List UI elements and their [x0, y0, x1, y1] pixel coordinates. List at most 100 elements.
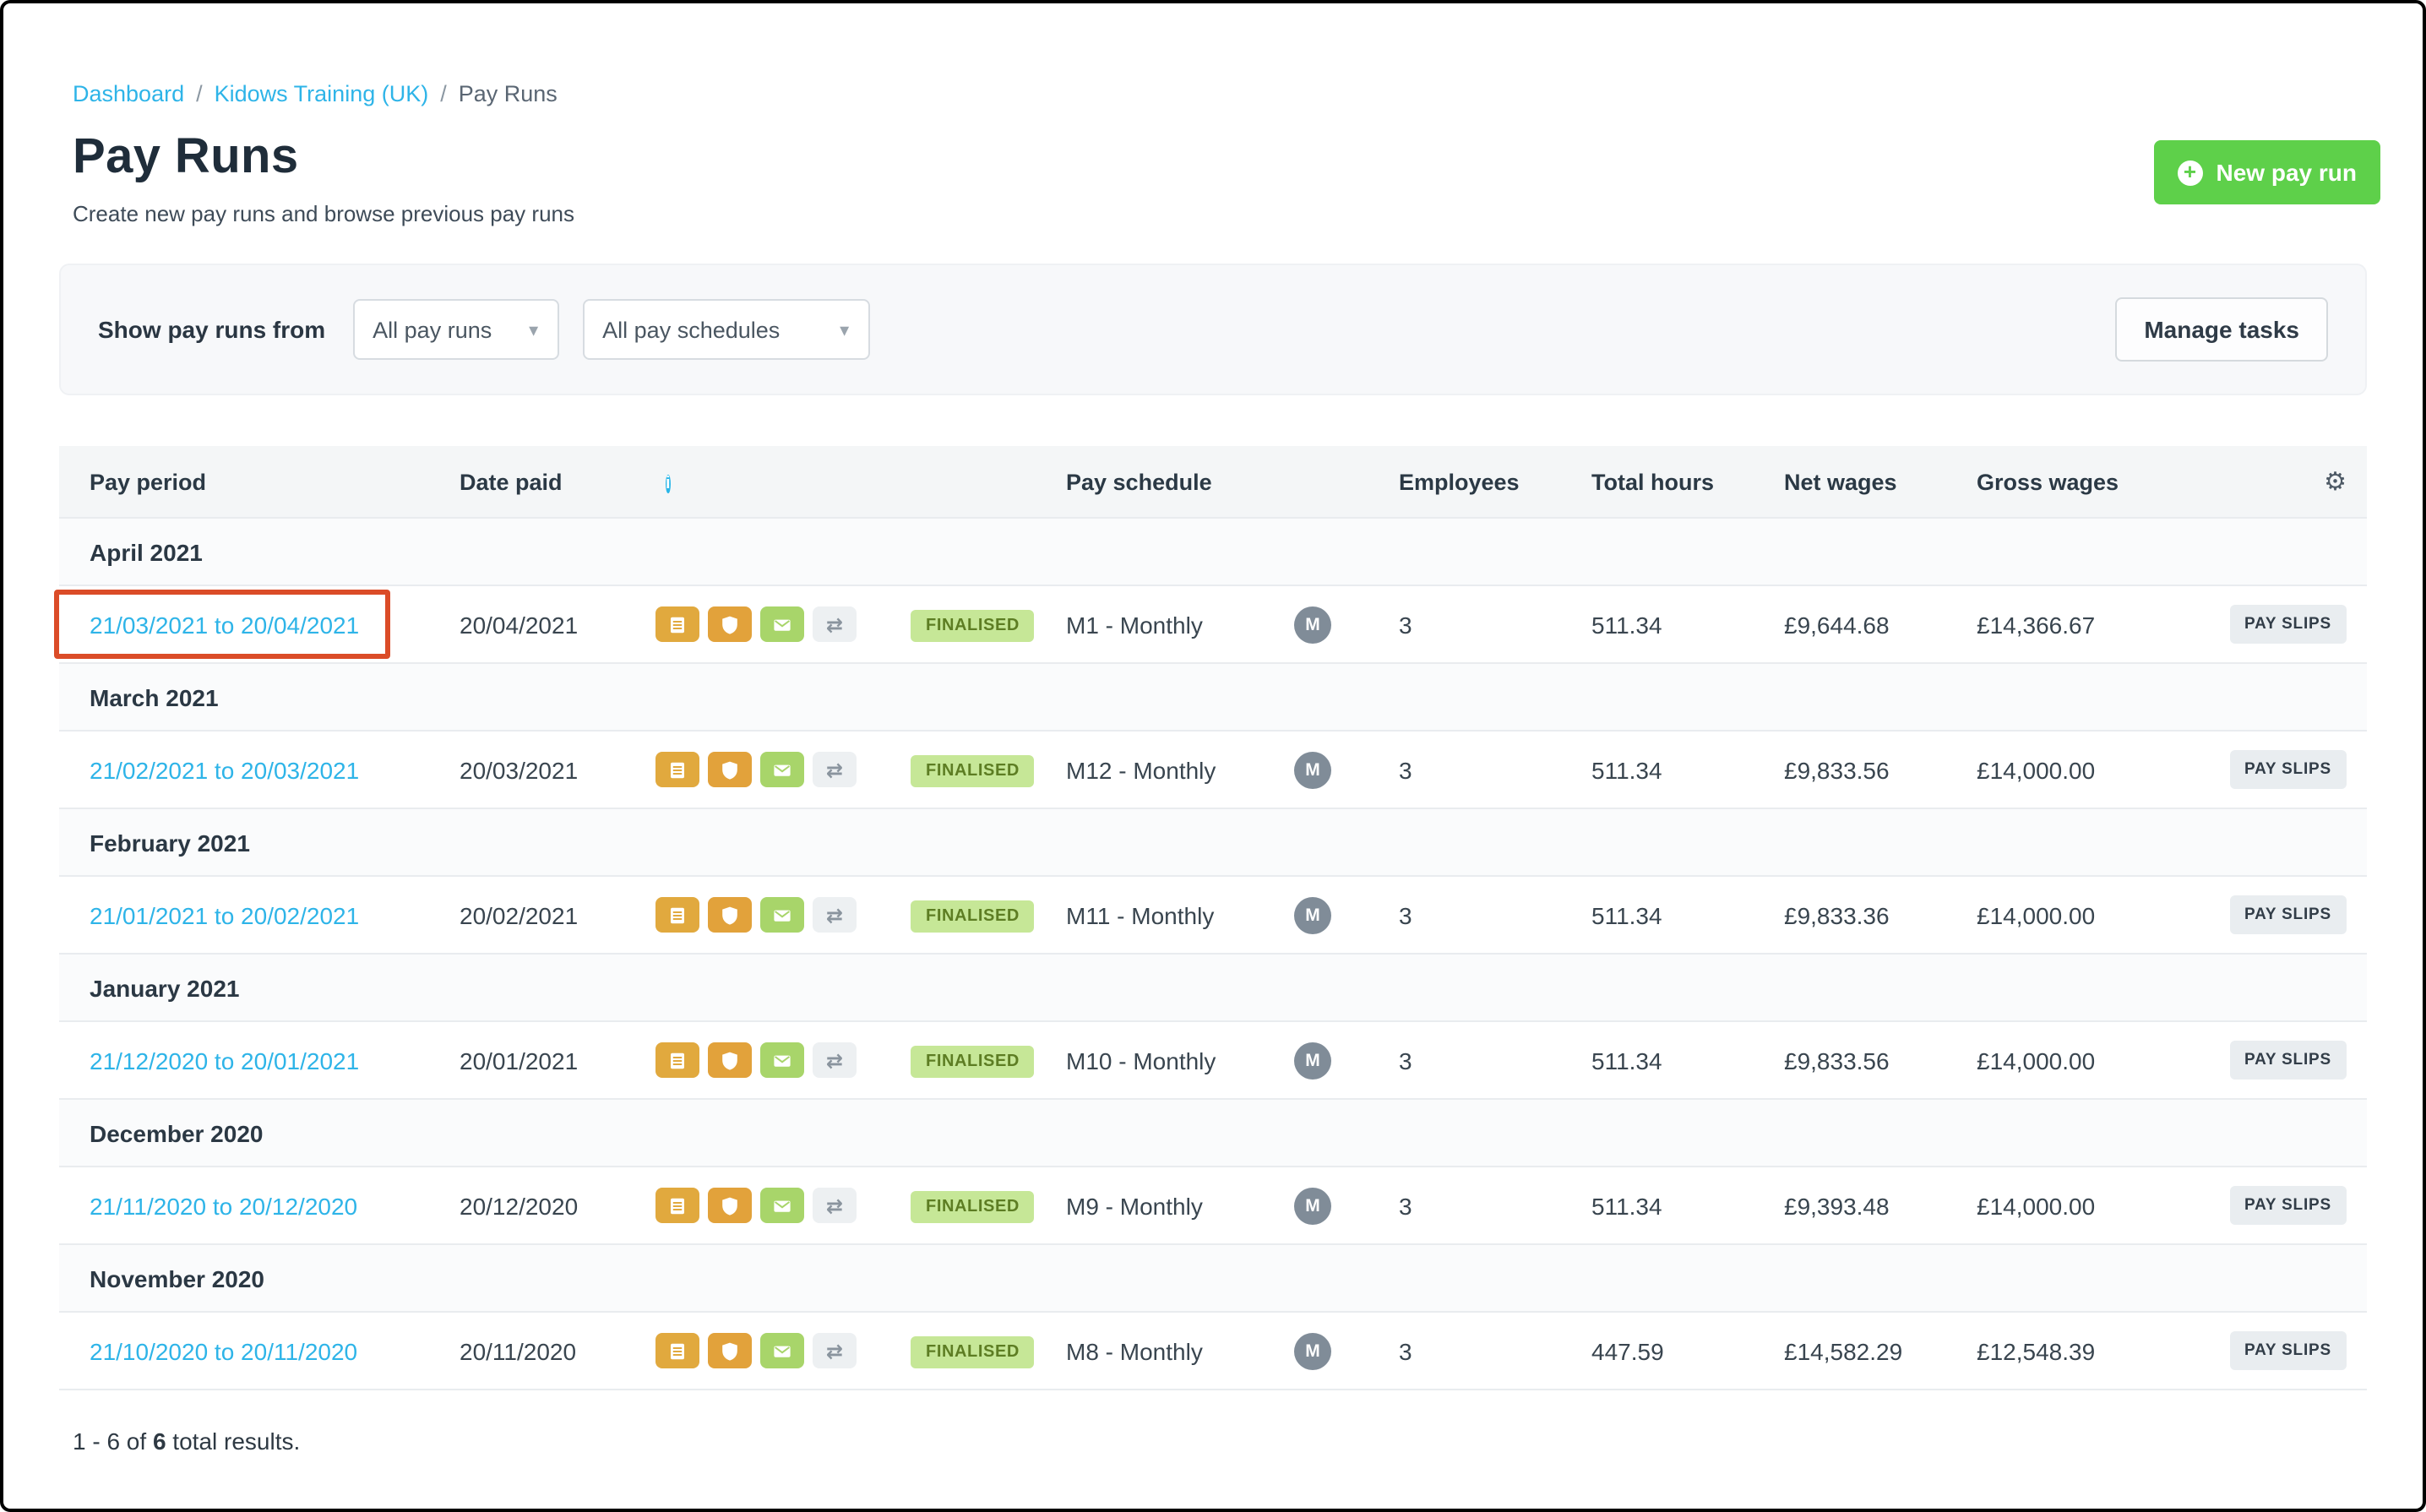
col-header-employees: Employees: [1399, 469, 1520, 494]
gross-wages-value: £14,000.00: [1977, 1192, 2096, 1219]
sync-icon[interactable]: ⇄: [813, 1188, 857, 1223]
sync-icon[interactable]: ⇄: [813, 897, 857, 933]
pay-schedule-value: M8 - Monthly: [1066, 1337, 1203, 1364]
net-wages-value: £9,833.56: [1784, 1047, 1890, 1074]
gear-icon[interactable]: ⚙: [2324, 468, 2347, 494]
pay-period-link[interactable]: 21/03/2021 to 20/04/2021: [90, 611, 359, 638]
journal-icon[interactable]: [655, 606, 699, 642]
pay-schedule-value: M12 - Monthly: [1066, 756, 1216, 783]
pay-period-link[interactable]: 21/11/2020 to 20/12/2020: [90, 1192, 357, 1219]
gross-wages-value: £14,000.00: [1977, 901, 2096, 928]
month-group-label: February 2021: [90, 829, 250, 856]
pay-slips-button[interactable]: PAY SLIPS: [2229, 1186, 2347, 1225]
pay-runs-filter-select[interactable]: All pay runs ▾: [352, 299, 559, 360]
col-header-pay-period: Pay period: [90, 469, 207, 494]
results-prefix: 1 - 6 of: [73, 1428, 153, 1455]
pay-period-link[interactable]: 21/02/2021 to 20/03/2021: [90, 756, 359, 783]
pay-period-link[interactable]: 21/12/2020 to 20/01/2021: [90, 1047, 359, 1074]
month-group-row: November 2020: [59, 1245, 2367, 1313]
pay-schedule-value: M10 - Monthly: [1066, 1047, 1216, 1074]
shield-icon[interactable]: [708, 752, 752, 787]
net-wages-value: £9,644.68: [1784, 611, 1890, 638]
col-header-total-hours: Total hours: [1591, 469, 1714, 494]
gross-wages-value: £14,000.00: [1977, 756, 2096, 783]
net-wages-value: £9,393.48: [1784, 1192, 1890, 1219]
email-icon[interactable]: [760, 1188, 804, 1223]
shield-icon[interactable]: [708, 897, 752, 933]
sync-icon[interactable]: ⇄: [813, 752, 857, 787]
journal-icon[interactable]: [655, 1042, 699, 1078]
pay-schedules-filter-value: All pay schedules: [602, 317, 781, 342]
gross-wages-value: £14,366.67: [1977, 611, 2096, 638]
month-group-label: March 2021: [90, 683, 219, 710]
shield-icon[interactable]: [708, 606, 752, 642]
table-row: 21/02/2021 to 20/03/2021 20/03/2021 ⇄ FI…: [59, 732, 2367, 809]
schedule-frequency-badge: M: [1294, 896, 1331, 933]
journal-icon[interactable]: [655, 897, 699, 933]
filter-bar: Show pay runs from All pay runs ▾ All pa…: [59, 264, 2367, 395]
email-icon[interactable]: [760, 1333, 804, 1368]
shield-icon[interactable]: [708, 1333, 752, 1368]
employees-count: 3: [1399, 611, 1412, 638]
pay-period-link[interactable]: 21/10/2020 to 20/11/2020: [90, 1337, 357, 1364]
sync-icon[interactable]: ⇄: [813, 1333, 857, 1368]
status-badge: FINALISED: [911, 1190, 1035, 1222]
pay-slips-button[interactable]: PAY SLIPS: [2229, 1041, 2347, 1080]
month-group-row: December 2020: [59, 1100, 2367, 1167]
page-title: Pay Runs: [73, 130, 299, 184]
date-paid-value: 20/03/2021: [460, 756, 579, 783]
info-icon[interactable]: i: [666, 474, 671, 492]
results-summary: 1 - 6 of 6 total results.: [59, 1428, 2367, 1455]
page-frame: Dashboard / Kidows Training (UK) / Pay R…: [0, 0, 2426, 1512]
pay-schedules-filter-select[interactable]: All pay schedules ▾: [582, 299, 870, 360]
col-header-date-paid: Date paid: [460, 469, 563, 494]
schedule-frequency-badge: M: [1294, 606, 1331, 643]
new-pay-run-label: New pay run: [2216, 159, 2358, 186]
pay-slips-button[interactable]: PAY SLIPS: [2229, 895, 2347, 934]
schedule-frequency-badge: M: [1294, 751, 1331, 788]
date-paid-value: 20/11/2020: [460, 1337, 577, 1364]
pay-slips-button[interactable]: PAY SLIPS: [2229, 750, 2347, 789]
journal-icon[interactable]: [655, 1188, 699, 1223]
month-group-row: February 2021: [59, 809, 2367, 877]
employees-count: 3: [1399, 901, 1412, 928]
pay-slips-button[interactable]: PAY SLIPS: [2229, 605, 2347, 644]
email-icon[interactable]: [760, 897, 804, 933]
date-paid-value: 20/04/2021: [460, 611, 579, 638]
schedule-frequency-badge: M: [1294, 1187, 1331, 1224]
pay-period-link[interactable]: 21/01/2021 to 20/02/2021: [90, 901, 359, 928]
results-total: 6: [152, 1428, 166, 1455]
breadcrumb-link-dashboard[interactable]: Dashboard: [73, 81, 184, 106]
pay-slips-button[interactable]: PAY SLIPS: [2229, 1331, 2347, 1370]
table-row: 21/10/2020 to 20/11/2020 20/11/2020 ⇄ FI…: [59, 1313, 2367, 1390]
pay-runs-table: Pay period Date paid i Pay schedule Empl…: [54, 446, 2367, 1390]
employees-count: 3: [1399, 756, 1412, 783]
manage-tasks-button[interactable]: Manage tasks: [2115, 297, 2328, 362]
month-group-row: March 2021: [59, 664, 2367, 732]
month-group-label: December 2020: [90, 1119, 264, 1146]
col-header-net-wages: Net wages: [1784, 469, 1897, 494]
shield-icon[interactable]: [708, 1188, 752, 1223]
email-icon[interactable]: [760, 606, 804, 642]
email-icon[interactable]: [760, 752, 804, 787]
breadcrumb-link-business[interactable]: Kidows Training (UK): [215, 81, 429, 106]
breadcrumb-separator: /: [440, 81, 447, 106]
date-paid-value: 20/02/2021: [460, 901, 579, 928]
net-wages-value: £9,833.56: [1784, 756, 1890, 783]
table-row: 21/12/2020 to 20/01/2021 20/01/2021 ⇄ FI…: [59, 1022, 2367, 1100]
shield-icon[interactable]: [708, 1042, 752, 1078]
col-header-pay-schedule: Pay schedule: [1066, 469, 1212, 494]
date-paid-value: 20/12/2020: [460, 1192, 579, 1219]
breadcrumb-current: Pay Runs: [458, 81, 558, 106]
sync-icon[interactable]: ⇄: [813, 606, 857, 642]
new-pay-run-button[interactable]: + New pay run: [2153, 140, 2380, 204]
status-badge: FINALISED: [911, 900, 1035, 932]
status-badge: FINALISED: [911, 609, 1035, 641]
pay-schedule-value: M1 - Monthly: [1066, 611, 1203, 638]
journal-icon[interactable]: [655, 752, 699, 787]
journal-icon[interactable]: [655, 1333, 699, 1368]
table-row: 21/01/2021 to 20/02/2021 20/02/2021 ⇄ FI…: [59, 877, 2367, 955]
sync-icon[interactable]: ⇄: [813, 1042, 857, 1078]
email-icon[interactable]: [760, 1042, 804, 1078]
month-group-label: November 2020: [90, 1265, 265, 1292]
